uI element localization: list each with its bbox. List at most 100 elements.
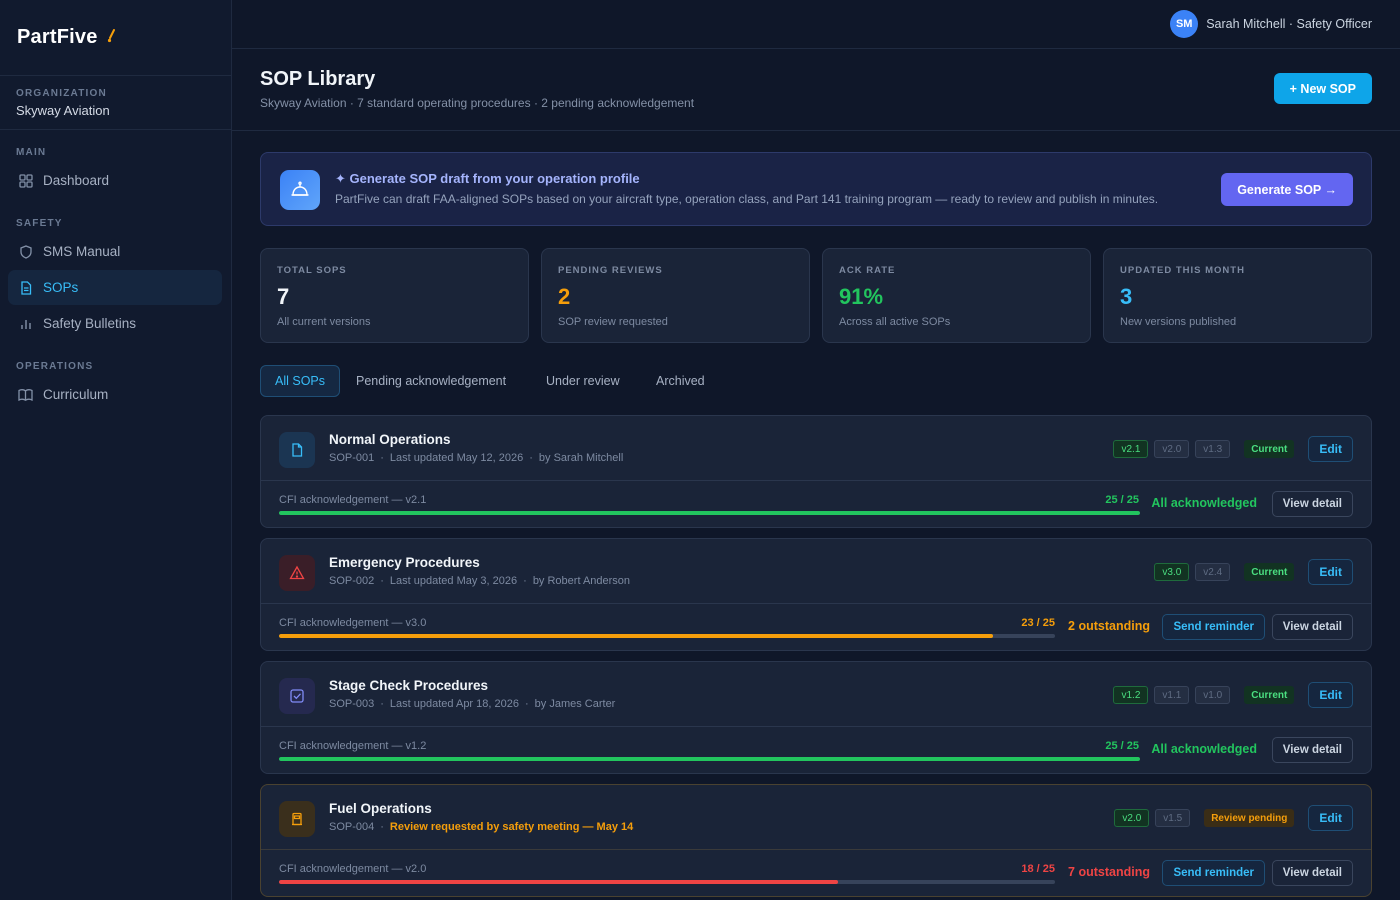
ack-label: CFI acknowledgement — v1.2 — [279, 740, 427, 752]
sop-card-header: Emergency Procedures SOP-002 · Last update… — [261, 539, 1371, 604]
sidebar-item-sops[interactable]: SOPs — [8, 270, 222, 305]
sop-id: SOP-003 — [329, 698, 375, 710]
sop-card-header: Normal Operations SOP-001 · Last updated M… — [261, 416, 1371, 481]
sop-id: SOP-001 — [329, 452, 375, 464]
sop-title[interactable]: Fuel Operations — [329, 801, 432, 816]
version-tag-current[interactable]: v3.0 — [1154, 563, 1190, 581]
avatar: SM — [1170, 10, 1199, 38]
sop-title[interactable]: Normal Operations — [329, 432, 451, 447]
sop-card-fuel-operations: Fuel Operations SOP-004 · Review requested… — [260, 784, 1372, 897]
version-tag-current[interactable]: v1.2 — [1113, 686, 1149, 704]
sidebar-item-curriculum[interactable]: Curriculum — [8, 377, 222, 412]
stat-label: UPDATED THIS MONTH — [1120, 265, 1245, 276]
sop-title[interactable]: Emergency Procedures — [329, 555, 480, 570]
fuel-pump-icon — [279, 801, 315, 837]
ack-count: 25 / 25 — [1105, 494, 1139, 506]
sidebar-item-label: Safety Bulletins — [43, 316, 137, 331]
checkbox-icon — [279, 678, 315, 714]
sop-meta: SOP-003 · Last updated Apr 18, 2026 · by Jam… — [329, 698, 616, 710]
view-detail-button[interactable]: View detail — [1271, 860, 1353, 886]
version-tag[interactable]: v1.0 — [1195, 686, 1231, 704]
ack-progress-bar — [279, 634, 1055, 638]
ack-progress-bar — [279, 880, 1055, 884]
edit-button[interactable]: Edit — [1308, 682, 1353, 708]
topbar: SM Sarah Mitchell · Safety Officer — [232, 0, 1400, 49]
tab-archived[interactable]: Archived — [642, 365, 719, 397]
organization-block: ORGANIZATION Skyway Aviation — [0, 76, 231, 130]
sop-card-header: Fuel Operations SOP-004 · Review requested… — [261, 785, 1371, 850]
tab-under-review[interactable]: Under review — [532, 365, 634, 397]
view-detail-button[interactable]: View detail — [1271, 737, 1353, 763]
stat-label: TOTAL SOPS — [277, 265, 347, 276]
version-tag[interactable]: v2.4 — [1195, 563, 1231, 581]
page-title: SOP Library — [260, 68, 376, 90]
status-badge: Review pending — [1204, 809, 1295, 827]
version-tags: v1.2 v1.1 v1.0 Current Edit — [1107, 682, 1353, 708]
edit-button[interactable]: Edit — [1308, 559, 1353, 585]
version-tag-current[interactable]: v2.0 — [1114, 809, 1150, 827]
tab-pending-acknowledgement[interactable]: Pending acknowledgement — [342, 365, 520, 397]
document-icon — [279, 432, 315, 468]
stat-card-ack-rate: ACK RATE 91% Across all active SOPs — [822, 248, 1091, 343]
version-tags: v3.0 v2.4 Current Edit — [1148, 559, 1353, 585]
ack-progress-fill — [279, 511, 1140, 515]
generate-sop-button[interactable]: Generate SOP → — [1221, 173, 1353, 206]
user-menu[interactable]: SM Sarah Mitchell · Safety Officer — [1170, 10, 1372, 38]
version-tag[interactable]: v2.0 — [1154, 440, 1190, 458]
sop-meta: SOP-001 · Last updated May 12, 2026 · by Sar… — [329, 452, 624, 464]
version-tag[interactable]: v1.5 — [1155, 809, 1191, 827]
stat-card-pending-reviews: PENDING REVIEWS 2 SOP review requested — [541, 248, 810, 343]
review-note: Review requested by safety meeting — May… — [389, 821, 634, 833]
edit-button[interactable]: Edit — [1308, 436, 1353, 462]
sidebar-item-label: SMS Manual — [43, 244, 121, 259]
document-icon — [18, 280, 33, 295]
edit-button[interactable]: Edit — [1308, 805, 1353, 831]
version-tag[interactable]: v1.1 — [1154, 686, 1190, 704]
send-reminder-button[interactable]: Send reminder — [1162, 860, 1265, 886]
status-badge: Current — [1244, 686, 1295, 704]
sop-author: by Sarah Mitchell — [538, 452, 624, 464]
ack-status: All acknowledged — [1151, 742, 1257, 756]
sop-meta: SOP-004 · Review requested by safety meeti… — [329, 821, 634, 833]
sop-author: by James Carter — [534, 698, 616, 710]
ack-status: All acknowledged — [1151, 496, 1257, 510]
brand-logo-icon — [106, 29, 118, 48]
sidebar-item-safety-bulletins[interactable]: Safety Bulletins — [8, 306, 222, 341]
sidebar-item-sms-manual[interactable]: SMS Manual — [8, 234, 222, 269]
ack-label: CFI acknowledgement — v2.0 — [279, 863, 427, 875]
stat-note: SOP review requested — [558, 316, 668, 328]
ack-label: CFI acknowledgement — v3.0 — [279, 617, 427, 629]
view-detail-button[interactable]: View detail — [1271, 614, 1353, 640]
stat-label: ACK RATE — [839, 265, 896, 276]
sidebar-item-label: Curriculum — [43, 387, 109, 402]
send-reminder-button[interactable]: Send reminder — [1162, 614, 1265, 640]
sidebar-item-dashboard[interactable]: Dashboard — [8, 163, 222, 198]
sop-updated: Last updated Apr 18, 2026 — [389, 698, 519, 710]
generate-sop-banner: ✦ Generate SOP draft from your operation… — [260, 152, 1372, 226]
page-header: SOP Library Skyway Aviation · 7 standard… — [232, 49, 1400, 131]
sop-updated: Last updated May 3, 2026 — [389, 575, 518, 587]
version-tags: v2.1 v2.0 v1.3 Current Edit — [1107, 436, 1353, 462]
sop-title[interactable]: Stage Check Procedures — [329, 678, 488, 693]
organization-name: Skyway Aviation — [16, 103, 110, 118]
version-tag-current[interactable]: v2.1 — [1113, 440, 1149, 458]
sidebar: PartFive ORGANIZATION Skyway Aviation MA… — [0, 0, 232, 900]
nav-section-operations: OPERATIONS — [16, 361, 94, 372]
ack-progress-fill — [279, 880, 838, 884]
dashboard-icon — [18, 173, 33, 188]
warning-icon — [279, 555, 315, 591]
ack-progress-bar — [279, 757, 1140, 761]
stat-card-total-sops: TOTAL SOPS 7 All current versions — [260, 248, 529, 343]
stat-card-updated-this-month: UPDATED THIS MONTH 3 New versions publis… — [1103, 248, 1372, 343]
status-badge: Current — [1244, 440, 1295, 458]
ack-progress-fill — [279, 757, 1140, 761]
tab-all-sops[interactable]: All SOPs — [260, 365, 341, 397]
version-tag[interactable]: v1.3 — [1195, 440, 1231, 458]
nav-section-main: MAIN — [16, 147, 47, 158]
view-detail-button[interactable]: View detail — [1271, 491, 1353, 517]
sop-meta: SOP-002 · Last updated May 3, 2026 · by Robe… — [329, 575, 631, 587]
sop-card-emergency-procedures: Emergency Procedures SOP-002 · Last update… — [260, 538, 1372, 651]
ack-status: 2 outstanding — [1068, 619, 1150, 633]
brand-name: PartFive — [17, 26, 98, 48]
new-sop-button[interactable]: + New SOP — [1273, 73, 1372, 104]
